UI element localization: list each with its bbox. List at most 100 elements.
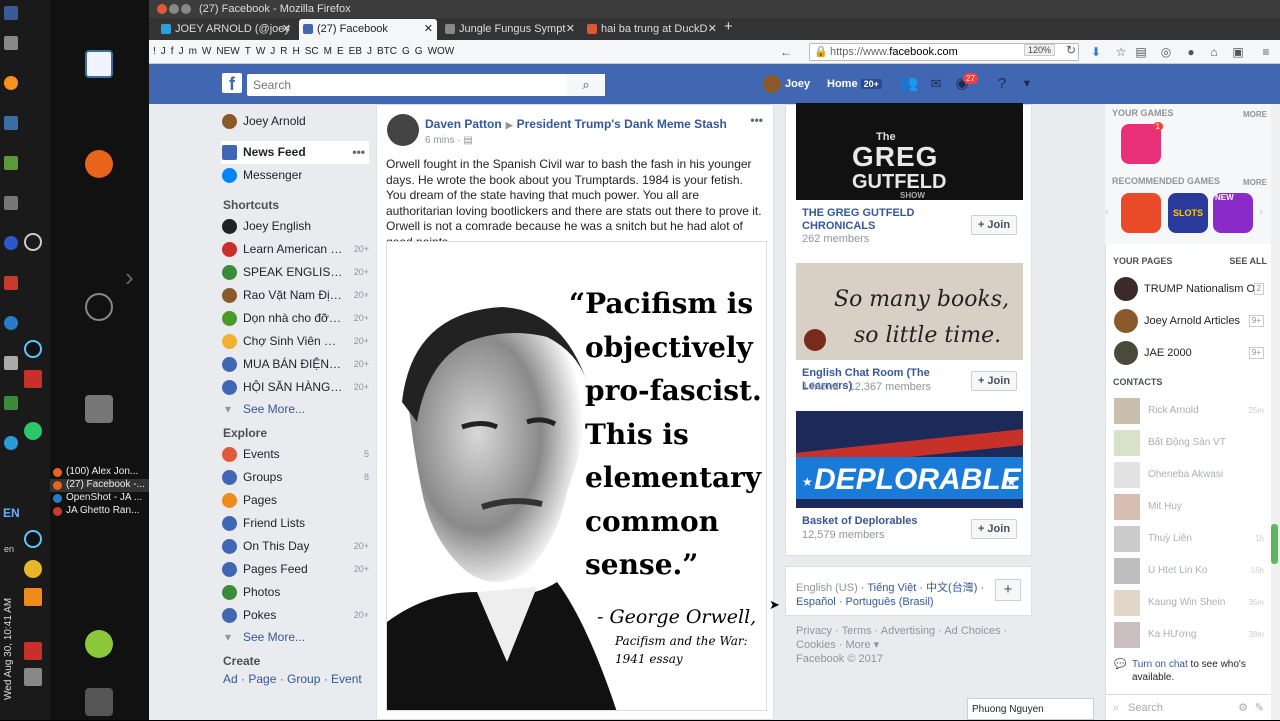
library-icon[interactable]: ▤: [1134, 45, 1148, 59]
app-icon[interactable]: [4, 436, 18, 450]
bookmark-item[interactable]: f: [171, 46, 174, 57]
task-item[interactable]: JA Ghetto Ran...: [50, 505, 149, 518]
more-link[interactable]: MORE: [1243, 178, 1267, 187]
nav-profile[interactable]: Joey Arnold: [221, 110, 369, 133]
app-icon[interactable]: [4, 36, 18, 50]
bookmark-item[interactable]: J: [270, 46, 275, 57]
bookmark-item[interactable]: m: [189, 46, 197, 57]
minimize-window-button[interactable]: [169, 4, 179, 14]
slots-game-icon[interactable]: SLOTS: [1168, 193, 1208, 233]
see-more-link[interactable]: See More...: [221, 399, 369, 419]
bookmark-item[interactable]: EB: [349, 46, 362, 57]
messenger-icon[interactable]: ✉: [926, 74, 946, 94]
group-image[interactable]: So many books, so little time.: [796, 263, 1023, 360]
join-group-button[interactable]: + Join: [971, 371, 1017, 391]
chat-tab[interactable]: Phuong Nguyen: [967, 698, 1094, 720]
search-icon[interactable]: ⌕: [567, 74, 605, 96]
post-time[interactable]: 6 mins · ▤: [425, 135, 473, 146]
bookmark-item[interactable]: G: [402, 46, 410, 57]
post-image[interactable]: “Pacifism is objectively pro-fascist. This …: [386, 241, 767, 711]
bookmark-item[interactable]: H: [293, 46, 300, 57]
explore-item[interactable]: Events 5: [221, 443, 369, 466]
app-icon[interactable]: [4, 236, 18, 250]
filezilla-icon[interactable]: [24, 370, 42, 388]
telegram-icon[interactable]: [24, 422, 42, 440]
page-scrollbar[interactable]: [1271, 104, 1280, 720]
app-icon[interactable]: [4, 356, 18, 370]
app-icon[interactable]: [4, 276, 18, 290]
zoom-indicator[interactable]: 120%: [1024, 44, 1056, 56]
chevron-right-icon[interactable]: ›: [125, 262, 134, 293]
bookmark-item[interactable]: J: [161, 46, 166, 57]
chevron-left-icon[interactable]: ‹: [1105, 204, 1109, 218]
bookmark-star-icon[interactable]: ☆: [1114, 45, 1128, 59]
bookmark-item[interactable]: J: [179, 46, 184, 57]
obs-icon[interactable]: [24, 233, 42, 251]
user-icon[interactable]: [85, 630, 113, 658]
friend-requests-icon[interactable]: 👥: [899, 74, 919, 94]
explore-item[interactable]: Pokes 20+: [221, 604, 369, 627]
bookmark-item[interactable]: E: [337, 46, 344, 57]
help-icon[interactable]: ?: [992, 74, 1012, 94]
back-icon[interactable]: ←: [779, 45, 793, 59]
reload-icon[interactable]: ↻: [1066, 43, 1076, 57]
explore-item[interactable]: Friend Lists: [221, 512, 369, 535]
contact-item[interactable]: Bất Động Sản VT: [1114, 430, 1264, 456]
bookmark-item[interactable]: W: [202, 46, 211, 57]
shortcut-item[interactable]: SPEAK ENGLISH F... 20+: [221, 261, 369, 284]
home-icon[interactable]: ⌂: [1207, 45, 1221, 59]
chrome-icon[interactable]: [4, 316, 18, 330]
filezilla-icon[interactable]: [24, 642, 42, 660]
close-tab-icon[interactable]: ✕: [708, 19, 717, 40]
explore-item[interactable]: Pages Feed 20+: [221, 558, 369, 581]
pocket-icon[interactable]: ▣: [1231, 45, 1245, 59]
contact-item[interactable]: Oheneba Akwasi: [1114, 462, 1264, 488]
bookmark-item[interactable]: R: [280, 46, 287, 57]
shortcut-item[interactable]: Joey English: [221, 215, 369, 238]
file-manager-icon[interactable]: [85, 395, 113, 423]
compose-icon[interactable]: ✎: [1255, 695, 1264, 721]
download-icon[interactable]: ⬇: [1089, 45, 1103, 59]
chevron-right-icon[interactable]: ›: [1259, 204, 1263, 218]
group-image[interactable]: The GREG GUTFELD SHOW: [796, 103, 1023, 200]
chat-search-input[interactable]: ⌕ Search ⚙ ✎: [1106, 694, 1272, 720]
more-icon[interactable]: •••: [352, 141, 365, 164]
author-avatar[interactable]: [387, 114, 419, 146]
shortcut-item[interactable]: HỘI SĂN HÀNG M... 20+: [221, 376, 369, 399]
document-icon[interactable]: [85, 50, 113, 78]
menu-icon[interactable]: ≡: [1259, 45, 1273, 59]
browser-tab[interactable]: Jungle Fungus Sympt ✕: [441, 19, 579, 40]
contact-item[interactable]: Mit Huy: [1114, 494, 1264, 520]
vlc-icon[interactable]: [24, 588, 42, 606]
more-link[interactable]: MORE: [1243, 110, 1267, 119]
language-link[interactable]: 中文(台灣): [926, 582, 977, 594]
bookmark-item[interactable]: G: [415, 46, 423, 57]
app-icon[interactable]: [4, 396, 18, 410]
scroll-thumb[interactable]: [1271, 524, 1278, 564]
bookmark-item[interactable]: T: [245, 46, 251, 57]
browser-tab-active[interactable]: (27) Facebook ✕: [299, 19, 437, 40]
game-icon[interactable]: [1121, 193, 1161, 233]
nav-news-feed[interactable]: News Feed •••: [221, 141, 369, 164]
chevron-down-icon[interactable]: ▼: [1017, 74, 1037, 94]
footer-link-list[interactable]: Privacy · Terms · Advertising · Ad Choic…: [796, 624, 1016, 652]
group-link[interactable]: President Trump's Dank Meme Stash: [517, 117, 727, 131]
bookmark-item[interactable]: J: [367, 46, 372, 57]
close-tab-icon[interactable]: ✕: [282, 19, 291, 40]
join-group-button[interactable]: + Join: [971, 519, 1017, 539]
explore-item[interactable]: Pages: [221, 489, 369, 512]
close-tab-icon[interactable]: ✕: [424, 19, 433, 40]
explore-item[interactable]: On This Day 20+: [221, 535, 369, 558]
firefox-icon[interactable]: [85, 150, 113, 178]
shortcut-item[interactable]: MUA BÁN ĐIỆN TH... 20+: [221, 353, 369, 376]
language-link[interactable]: Tiếng Việt: [867, 582, 916, 594]
extension-icon[interactable]: ●: [1184, 45, 1198, 59]
page-item[interactable]: Joey Arnold Articles 9+: [1114, 309, 1264, 333]
trash-icon[interactable]: [85, 688, 113, 716]
explore-item[interactable]: Photos: [221, 581, 369, 604]
contact-item[interactable]: U Htet Lin Ko 16h: [1114, 558, 1264, 584]
atom-icon[interactable]: [24, 340, 42, 358]
shortcut-item[interactable]: Dọn nhà cho đỡ chật 20+: [221, 307, 369, 330]
page-item[interactable]: TRUMP Nationalism O... 2: [1114, 277, 1264, 301]
join-group-button[interactable]: + Join: [971, 215, 1017, 235]
